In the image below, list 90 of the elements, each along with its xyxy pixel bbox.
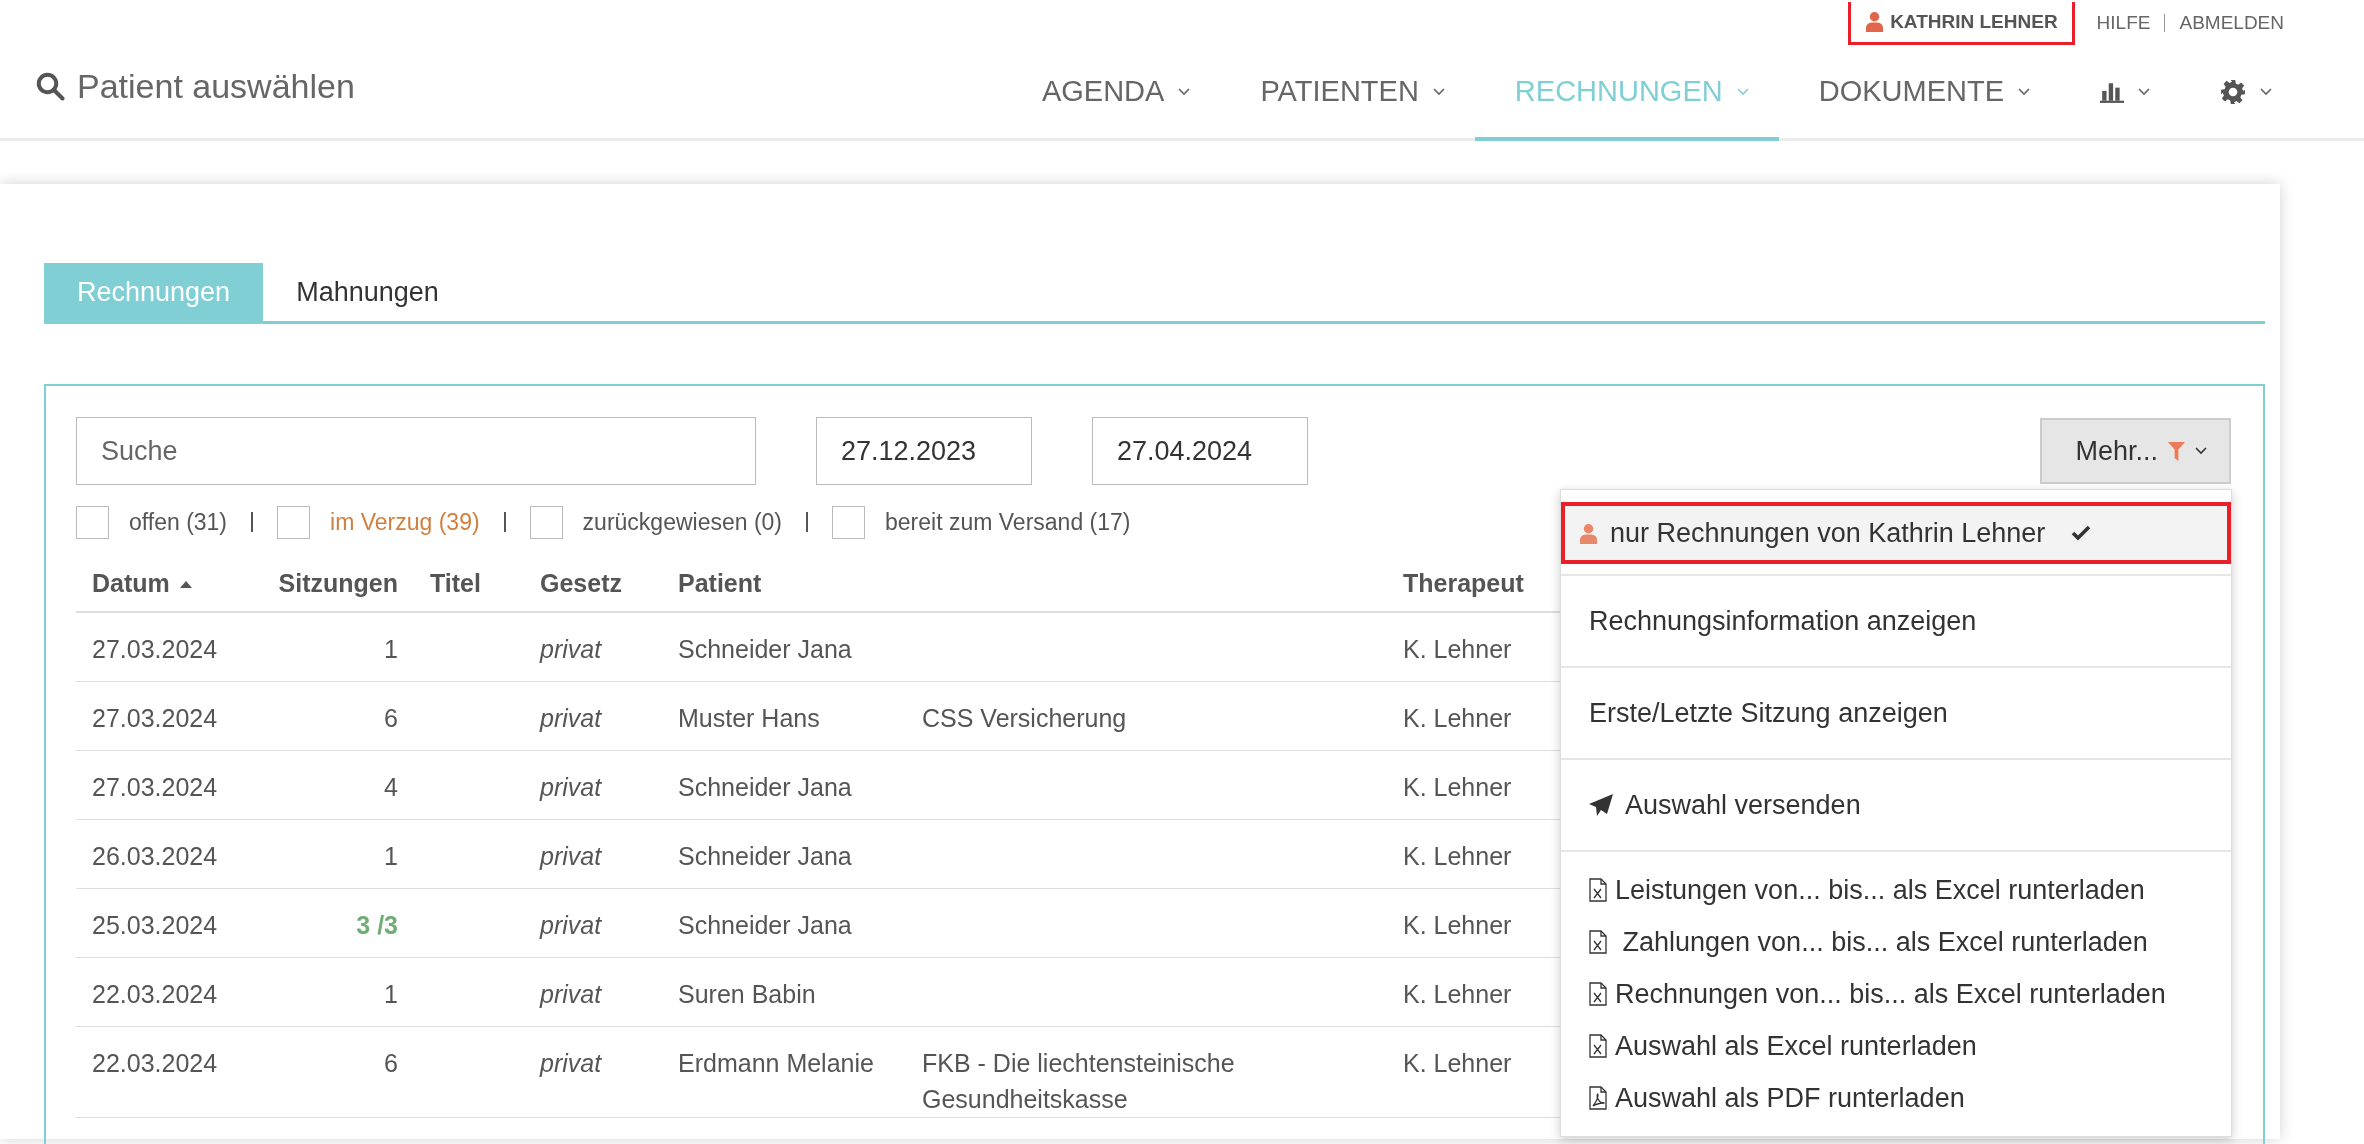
checkbox[interactable] [529,505,563,539]
table-cell-text: 6 [384,1047,398,1079]
table-cell-text: privat [540,840,602,872]
header-link[interactable]: HILFE [2082,12,2165,34]
chevron-down-icon [1736,87,1749,96]
search-icon [35,71,65,101]
checkbox-label[interactable]: bereit zum Versand (17) [885,508,1131,536]
user-icon [1865,11,1885,32]
table-cell-text: 1 [384,978,398,1010]
menu-item[interactable]: Zahlungen von... bis... als Excel runterladen [1561,916,2231,968]
menu-item[interactable]: Leistungen von... bis... als Excel runterladen [1561,864,2231,916]
more-button[interactable]: Mehr... [2040,418,2231,484]
chevron-down-icon [2018,87,2030,96]
table-cell-text: 26.03.2024 [92,840,218,872]
table-cell-text: K. Lehner [1403,634,1512,665]
table-cell-text: 25.03.2024 [92,909,218,941]
table-cell-text: 27.03.2024 [92,634,218,665]
spreadsheet-file-icon [1589,982,1607,1006]
table-cell-text: 22.03.2024 [92,978,218,1010]
spreadsheet-file-icon [1589,878,1607,902]
column-header[interactable]: Datum [92,568,170,597]
chevron-down-icon [1432,87,1445,96]
table-cell-text: K. Lehner [1403,909,1512,941]
checkbox[interactable] [832,505,865,539]
checkbox[interactable] [76,505,109,539]
spreadsheet-file-icon [1589,930,1607,954]
table-cell-text: Schneider Jana [678,840,852,872]
chevron-down-icon [2260,87,2272,96]
table-cell-text: Schneider Jana [678,771,852,803]
paper-plane-icon [1589,794,1613,816]
date-field[interactable]: 27.12.2023 [816,417,1032,485]
pdf-file-icon [1589,1086,1607,1110]
table-cell-text: 4 [384,771,398,803]
table-cell-text: privat [540,909,602,941]
table-cell-text: privat [540,702,602,734]
table-cell-text: K. Lehner [1403,978,1512,1010]
patient-search-field[interactable]: Patient auswählen [75,65,439,107]
checkmark-icon [2071,525,2092,541]
chevron-down-icon [1178,87,1191,96]
table-cell-text: 22.03.2024 [92,1047,218,1079]
chevron-down-icon [2138,87,2150,96]
checkbox[interactable] [277,505,311,539]
table-cell-text: privat [540,634,602,665]
table-cell-text: CSS Versicherung [922,702,1127,734]
table-cell-text: K. Lehner [1403,840,1512,872]
menu-item[interactable]: nur Rechnungen von Kathrin Lehner [1561,502,2231,564]
menu-item[interactable]: Erste/Letzte Sitzung anzeigen [1561,668,2231,758]
table-cell-text: K. Lehner [1403,702,1512,734]
user-icon [1579,522,1598,544]
table-cell-text: privat [540,771,602,803]
table-cell-text: privat [540,1047,602,1079]
checkbox-label[interactable]: offen (31) [129,508,228,536]
column-header[interactable]: Titel [430,568,481,597]
column-header[interactable]: Gesetz [540,568,622,597]
table-cell-text: Muster Hans [678,702,820,734]
menu-item[interactable]: Auswahl versenden [1561,760,2231,850]
table-cell-text: Suren Babin [678,978,816,1010]
settings-icon [2220,78,2246,105]
tab[interactable]: Mahnungen [263,263,472,321]
menu-item[interactable]: Rechnungen von... bis... als Excel runterladen [1561,968,2231,1020]
table-cell-text: Schneider Jana [678,634,852,665]
table-cell-text: privat [540,978,602,1010]
table-cell-text: K. Lehner [1403,1047,1512,1079]
spreadsheet-file-icon [1589,1034,1607,1058]
table-cell-text: 27.03.2024 [92,702,218,734]
table-cell-text: Erdmann Melanie [678,1047,874,1079]
table-cell-text: 1 [384,840,398,872]
bar-chart-icon [2100,80,2124,103]
header-link[interactable]: ABMELDEN [2165,12,2298,34]
menu-item[interactable]: Rechnungsinformation anzeigen [1561,576,2231,666]
nav-menu-item[interactable]: AGENDA [1001,46,1221,141]
menu-item[interactable]: Auswahl als PDF runterladen [1561,1072,2231,1124]
menu-item[interactable]: Auswahl als Excel runterladen [1561,1020,2231,1072]
column-header[interactable]: Therapeut [1403,568,1524,597]
table-cell-text: K. Lehner [1403,771,1512,803]
search-field[interactable]: Suche [76,417,756,485]
column-header[interactable]: Patient [678,568,762,597]
table-cell-text: Schneider Jana [678,909,852,941]
nav-menu-item[interactable]: PATIENTEN [1220,46,1475,141]
table-cell-text: 27.03.2024 [92,771,218,803]
table-cell-text: 3 /3 [356,909,398,941]
checkbox-label[interactable]: zurückgewiesen (0) [582,508,782,536]
table-cell-text: FKB - Die liechtensteinische Gesundheitskasse [922,1047,1236,1115]
table-cell-text: 1 [384,634,398,665]
column-header[interactable]: Sitzungen [278,568,398,597]
user-account-link[interactable]: KATHRIN LEHNER [1848,1,2075,45]
table-cell-text: 6 [384,702,398,734]
nav-menu-item[interactable]: DOKUMENTE [1778,46,2060,141]
chevron-down-icon [2195,447,2207,455]
date-field[interactable]: 27.04.2024 [1092,417,1308,485]
